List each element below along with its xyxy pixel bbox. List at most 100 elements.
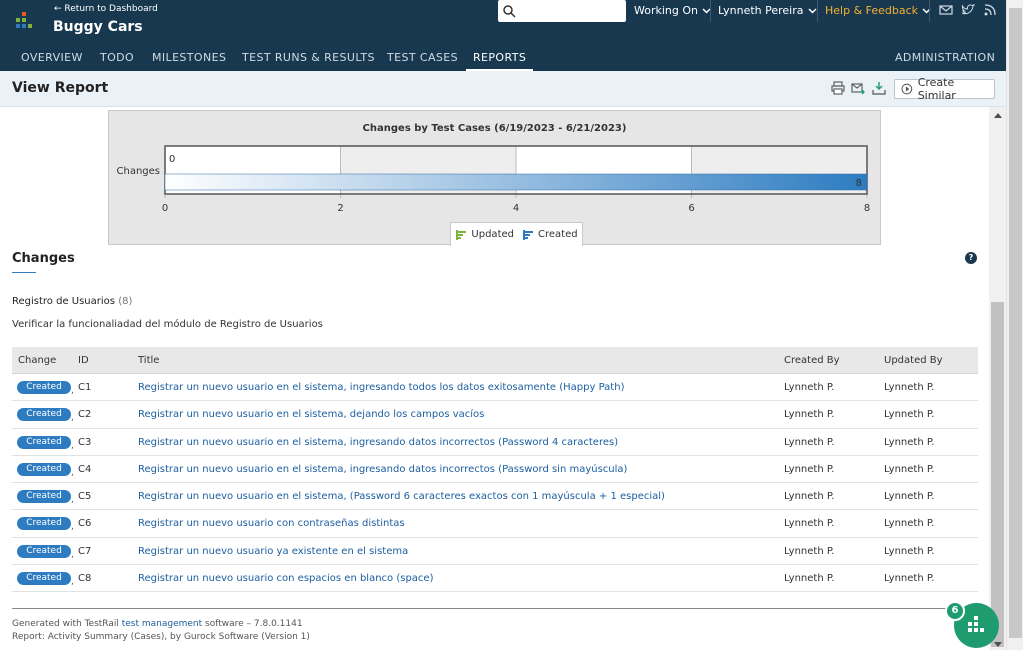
created-by: Lynneth P. [784, 463, 835, 475]
updated-by: Lynneth P. [884, 491, 935, 503]
x-tick-label: 4 [513, 203, 519, 214]
table-row: Created, C1 Registrar un nuevo usuario en … [12, 374, 978, 402]
case-id[interactable]: C6 [78, 518, 91, 529]
created-by: Lynneth P. [784, 436, 835, 448]
case-id[interactable]: C5 [78, 491, 91, 502]
badge-dot: , [71, 577, 74, 588]
tab-test-cases[interactable]: TEST CASES [387, 51, 458, 71]
data-label-updated: 0 [169, 154, 175, 165]
twitter-icon[interactable] [961, 3, 975, 17]
case-id[interactable]: C8 [78, 573, 91, 584]
rss-icon[interactable] [983, 3, 997, 17]
user-dropdown[interactable]: Lynneth Pereira [718, 4, 817, 17]
group-description: Verificar la funcionaliadad del módulo d… [12, 319, 323, 330]
help-feedback-label: Help & Feedback [825, 4, 919, 17]
table-row: Created, C4 Registrar un nuevo usuario en … [12, 456, 978, 484]
chevron-down-icon [807, 7, 817, 14]
x-tick-label: 0 [162, 203, 168, 214]
notification-badge: 6 [945, 601, 965, 621]
case-id[interactable]: C1 [78, 382, 91, 393]
print-icon[interactable] [831, 81, 845, 95]
col-title: Title [138, 355, 160, 366]
created-by: Lynneth P. [784, 382, 835, 393]
case-title-link[interactable]: Registrar un nuevo usuario en el sistema… [138, 409, 484, 420]
tab-overview[interactable]: OVERVIEW [21, 51, 83, 71]
case-id[interactable]: C4 [78, 464, 91, 475]
footer-generated-suffix: software – 7.8.0.1141 [202, 619, 303, 629]
created-by: Lynneth P. [784, 409, 835, 421]
change-badge: Created [17, 381, 71, 394]
x-tick-label: 6 [688, 203, 694, 214]
case-title-link[interactable]: Registrar un nuevo usuario con contraseñ… [138, 518, 405, 529]
case-title-link[interactable]: Registrar un nuevo usuario con espacios … [138, 573, 433, 584]
tab-milestones[interactable]: MILESTONES [152, 51, 226, 71]
case-id[interactable]: C2 [78, 409, 91, 420]
legend-item-created[interactable]: Created [522, 229, 578, 241]
footer-generated-prefix: Generated with TestRail [12, 619, 122, 629]
mail-icon[interactable] [939, 3, 953, 17]
case-title-link[interactable]: Registrar un nuevo usuario en el sistema… [138, 382, 624, 393]
col-change: Change [18, 355, 57, 366]
legend-label-updated: Updated [471, 229, 514, 240]
updated-by: Lynneth P. [884, 409, 935, 421]
footer-generated: Generated with TestRail test management … [12, 619, 303, 629]
search-icon [503, 5, 516, 18]
help-icon[interactable]: ? [965, 252, 977, 264]
case-title-link[interactable]: Registrar un nuevo usuario en el sistema… [138, 437, 618, 448]
tab-test-runs-results[interactable]: TEST RUNS & RESULTS [242, 51, 375, 71]
change-badge: Created [17, 490, 71, 504]
footer-report-info: Report: Activity Summary (Cases), by Gur… [12, 632, 310, 642]
table-row: Created, C6 Registrar un nuevo usuario con… [12, 510, 978, 538]
table-row: Created, C2 Registrar un nuevo usuario en … [12, 401, 978, 429]
change-badge: Created [17, 435, 71, 449]
x-tick-label: 8 [864, 203, 870, 214]
help-feedback-dropdown[interactable]: Help & Feedback [825, 4, 931, 17]
tab-todo[interactable]: TODO [100, 51, 134, 71]
created-by: Lynneth P. [784, 491, 835, 503]
content-scrollbar[interactable] [989, 107, 1006, 650]
working-on-dropdown[interactable]: Working On [634, 4, 711, 17]
legend-item-updated[interactable]: Updated [455, 229, 514, 241]
email-report-icon[interactable] [851, 81, 865, 95]
col-created-by: Created By [784, 355, 840, 366]
group-name: Registro de Usuarios (8) [12, 296, 132, 307]
case-title-link[interactable]: Registrar un nuevo usuario en el sistema… [138, 464, 627, 475]
updated-by: Lynneth P. [884, 518, 935, 530]
page-subheader: View Report Create Similar [0, 71, 1006, 107]
bar-created [164, 173, 868, 191]
window-scrollbar[interactable] [1006, 0, 1023, 650]
return-to-dashboard-link[interactable]: ← Return to Dashboard [54, 4, 158, 14]
project-name[interactable]: Buggy Cars [53, 19, 143, 35]
group-count: (8) [118, 296, 133, 307]
col-updated-by: Updated By [884, 355, 943, 366]
scroll-up-arrow-icon[interactable] [994, 113, 1002, 118]
create-similar-button[interactable]: Create Similar [894, 76, 995, 102]
working-on-label: Working On [634, 4, 698, 17]
case-title-link[interactable]: Registrar un nuevo usuario ya existente … [138, 546, 408, 557]
changes-heading: Changes [12, 251, 75, 266]
updated-by: Lynneth P. [884, 382, 935, 393]
badge-dot: , [71, 413, 74, 424]
created-by: Lynneth P. [784, 518, 835, 530]
window-scroll-thumb[interactable] [1009, 8, 1022, 638]
badge-dot: , [71, 495, 74, 506]
test-management-link[interactable]: test management [122, 619, 202, 629]
case-id[interactable]: C3 [78, 437, 91, 448]
top-header: ← Return to Dashboard Buggy Cars Working… [0, 0, 1006, 71]
download-icon[interactable] [872, 81, 886, 95]
testrail-logo-icon[interactable] [14, 8, 36, 34]
tab-reports[interactable]: REPORTS [466, 51, 534, 71]
case-title-link[interactable]: Registrar un nuevo usuario en el sistema… [138, 491, 665, 502]
change-badge: Created [17, 517, 71, 531]
play-circle-icon [901, 83, 913, 95]
badge-dot: , [71, 522, 74, 533]
tab-administration[interactable]: ADMINISTRATION [895, 51, 995, 71]
change-badge: Created [17, 408, 71, 422]
case-id[interactable]: C7 [78, 546, 91, 557]
search-input[interactable] [498, 0, 626, 22]
y-category-label: Changes [117, 166, 161, 177]
heading-underline [12, 272, 36, 273]
updated-by: Lynneth P. [884, 545, 935, 557]
col-id: ID [78, 355, 89, 366]
scroll-thumb[interactable] [991, 302, 1004, 647]
